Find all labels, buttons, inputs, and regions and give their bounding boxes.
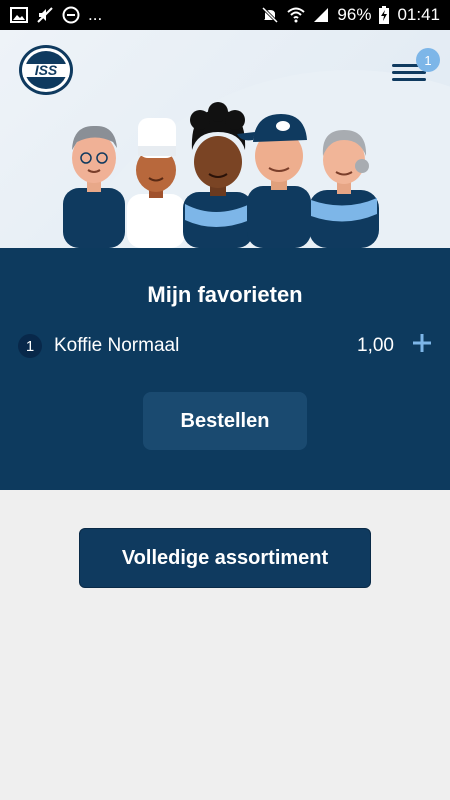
person-chef: [127, 118, 185, 248]
person-gray-bun: [309, 130, 379, 248]
hero-header: ISS 1: [0, 30, 450, 248]
staff-illustration: [63, 102, 379, 248]
quantity-badge: 1: [18, 334, 42, 358]
order-button[interactable]: Bestellen: [143, 392, 307, 450]
status-right: 96% 01:41: [261, 5, 440, 25]
person-cap: [237, 114, 311, 248]
image-notification-icon: [10, 7, 28, 23]
add-icon[interactable]: [411, 332, 433, 354]
mute-notification-icon: [37, 7, 53, 23]
status-bar: ... 96% 01:41: [0, 0, 450, 30]
clock: 01:41: [397, 5, 440, 24]
menu-badge: 1: [416, 48, 440, 72]
more-notifications: ...: [88, 5, 103, 24]
favorites-title: Mijn favorieten: [147, 282, 303, 307]
item-price: 1,00: [357, 335, 394, 356]
person-afro: [183, 102, 253, 248]
person-gray-hair: [63, 125, 125, 248]
item-name: Koffie Normaal: [54, 335, 180, 356]
favorite-item-row[interactable]: 1 Koffie Normaal 1,00: [18, 332, 438, 360]
status-left: ...: [10, 5, 102, 25]
silent-mode-icon: [262, 6, 279, 24]
favorites-panel: Mijn favorieten 1 Koffie Normaal 1,00 Be…: [0, 248, 450, 490]
do-not-disturb-icon: [62, 6, 80, 24]
menu-line: [392, 71, 426, 74]
iss-logo[interactable]: ISS: [18, 44, 74, 96]
battery-charging-icon: [379, 6, 390, 24]
signal-icon: [314, 8, 329, 22]
svg-text:ISS: ISS: [35, 62, 58, 78]
wifi-icon: [287, 7, 306, 23]
battery-percentage: 96%: [337, 5, 372, 24]
menu-line: [392, 78, 426, 81]
full-catalog-button[interactable]: Volledige assortiment: [79, 528, 371, 588]
